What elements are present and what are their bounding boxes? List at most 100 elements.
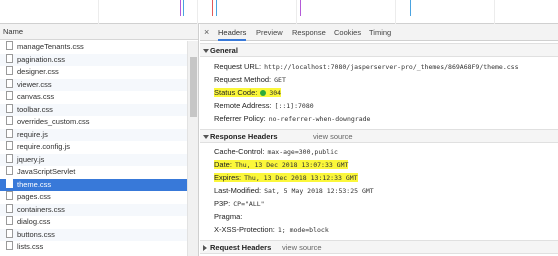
details-pane: × Headers Preview Response Cookies Timin…	[200, 24, 558, 256]
file-name: theme.css	[17, 179, 52, 189]
header-key: Request Method:	[214, 75, 272, 84]
request-list: manageTenants.css pagination.css designe…	[0, 41, 187, 254]
file-name: toolbar.css	[17, 104, 53, 114]
collapse-triangle-icon	[203, 245, 207, 251]
timeline-event-marker	[216, 0, 217, 16]
list-item[interactable]: designer.css	[0, 66, 187, 79]
timeline-event-marker	[183, 0, 184, 16]
timeline-gridline	[197, 0, 198, 24]
status-code-row: Status Code: 304	[214, 87, 282, 99]
response-headers-section-header[interactable]: Response Headers view source	[200, 129, 558, 143]
file-name: containers.css	[17, 204, 65, 214]
details-tab-bar: × Headers Preview Response Cookies Timin…	[200, 24, 558, 41]
header-key: Cache-Control:	[214, 147, 265, 156]
file-icon	[6, 178, 13, 188]
list-item[interactable]: manageTenants.css	[0, 41, 187, 54]
header-key: Date:	[214, 160, 232, 169]
file-name: pagination.css	[17, 54, 65, 64]
referrer-policy-row: Referrer Policy: no-referrer-when-downgra…	[214, 113, 370, 125]
list-item[interactable]: jquery.js	[0, 153, 187, 166]
list-item[interactable]: canvas.css	[0, 91, 187, 104]
view-source-link[interactable]: view source	[313, 130, 353, 144]
response-header-row: Date: Thu, 13 Dec 2018 13:07:33 GMT	[214, 159, 349, 171]
list-item[interactable]: toolbar.css	[0, 103, 187, 116]
section-title: General	[210, 46, 238, 55]
list-item[interactable]: lists.css	[0, 241, 187, 254]
file-icon	[6, 128, 13, 138]
header-value: CP="ALL"	[233, 200, 265, 208]
view-source-link[interactable]: view source	[282, 241, 322, 255]
request-url-row: Request URL: http://localhost:7080/jasper…	[214, 61, 518, 73]
name-column-header[interactable]: Name	[0, 24, 198, 40]
file-icon	[6, 66, 13, 75]
network-timeline	[0, 0, 558, 24]
tab-cookies[interactable]: Cookies	[334, 24, 361, 41]
response-header-row: Pragma:	[214, 211, 245, 223]
tab-preview[interactable]: Preview	[256, 24, 283, 41]
file-icon	[6, 103, 13, 113]
section-title: Request Headers	[210, 243, 272, 252]
file-name: jquery.js	[17, 154, 45, 164]
file-icon	[6, 153, 13, 163]
list-item[interactable]: require.js	[0, 128, 187, 141]
header-key: Request URL:	[214, 62, 262, 71]
file-name: dialog.css	[17, 217, 51, 226]
request-headers-section-header[interactable]: Request Headers view source	[200, 240, 558, 254]
file-icon	[6, 41, 13, 50]
section-title: Response Headers	[210, 132, 278, 141]
timeline-event-marker	[410, 0, 411, 16]
timeline-event-marker	[180, 0, 181, 16]
timeline-event-marker	[212, 0, 213, 16]
list-item[interactable]: overrides_custom.css	[0, 116, 187, 129]
list-item[interactable]: viewer.css	[0, 78, 187, 91]
header-key: Remote Address:	[214, 101, 272, 110]
file-icon	[6, 241, 13, 250]
timeline-gridline	[98, 0, 99, 24]
vertical-scrollbar[interactable]	[187, 41, 198, 256]
header-value: Thu, 13 Dec 2018 13:07:33 GMT	[234, 161, 349, 169]
file-icon	[6, 141, 13, 150]
general-section-header[interactable]: General	[200, 43, 558, 57]
file-icon	[6, 216, 13, 225]
remote-address-row: Remote Address: [::1]:7080	[214, 100, 314, 112]
status-code-value: 304	[269, 89, 282, 97]
file-icon	[6, 166, 13, 175]
file-name: pages.css	[17, 192, 51, 201]
file-icon	[6, 203, 13, 213]
tab-timing[interactable]: Timing	[369, 24, 391, 41]
header-value: Sat, 5 May 2018 12:53:25 GMT	[264, 187, 374, 195]
file-icon	[6, 191, 13, 200]
status-ok-dot-icon	[260, 90, 267, 96]
list-item[interactable]: require.config.js	[0, 141, 187, 154]
scrollbar-thumb[interactable]	[190, 57, 197, 117]
file-icon	[6, 91, 13, 100]
response-header-row: Cache-Control: max-age=300,public	[214, 146, 338, 158]
file-icon	[6, 228, 13, 238]
tab-response[interactable]: Response	[292, 24, 326, 41]
list-item[interactable]: pagination.css	[0, 53, 187, 66]
list-item-selected[interactable]: theme.css	[0, 178, 187, 191]
file-name: JavaScriptServlet	[17, 167, 76, 176]
response-header-row: P3P: CP="ALL"	[214, 198, 265, 210]
header-value: [::1]:7080	[274, 102, 314, 110]
header-key: P3P:	[214, 199, 231, 208]
list-item[interactable]: buttons.css	[0, 228, 187, 241]
close-icon[interactable]: ×	[204, 24, 209, 41]
request-list-pane: Name manageTenants.css pagination.css de…	[0, 24, 199, 256]
list-item[interactable]: JavaScriptServlet	[0, 166, 187, 179]
header-key: Status Code:	[214, 88, 258, 97]
file-icon	[6, 78, 13, 88]
list-item[interactable]: dialog.css	[0, 216, 187, 229]
expand-triangle-icon	[203, 135, 209, 139]
file-name: designer.css	[17, 67, 59, 76]
file-name: require.js	[17, 129, 48, 139]
header-value: max-age=300,public	[267, 148, 338, 156]
list-item[interactable]: containers.css	[0, 203, 187, 216]
header-key: Referrer Policy:	[214, 114, 266, 123]
response-header-row: Expires: Thu, 13 Dec 2018 13:12:33 GMT	[214, 172, 358, 184]
list-item[interactable]: pages.css	[0, 191, 187, 204]
file-name: overrides_custom.css	[17, 117, 90, 126]
header-key: Last-Modified:	[214, 186, 262, 195]
tab-headers[interactable]: Headers	[218, 24, 247, 41]
file-name: require.config.js	[17, 142, 70, 151]
